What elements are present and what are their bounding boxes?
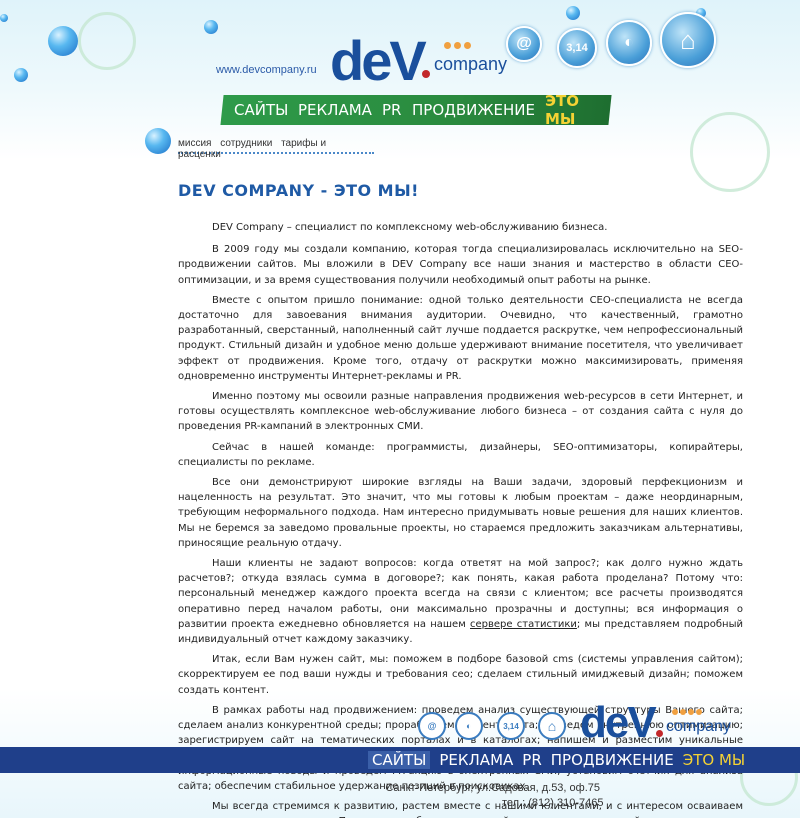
ear-icon[interactable]: ◐ [455, 712, 483, 740]
page-title: DEV COMPANY - ЭТО МЫ! [178, 181, 419, 200]
footer-logo-text: deV [580, 698, 657, 747]
decor-ball [145, 128, 171, 154]
footer-logo-dot [656, 730, 663, 737]
paragraph: Мы всегда стремимся к развитию, растем в… [178, 801, 743, 818]
footer-nav-item-about[interactable]: ЭТО МЫ [683, 751, 745, 769]
subnav-item-staff[interactable]: сотрудники [220, 138, 272, 149]
logo-company: company [434, 54, 508, 74]
paragraph: Итак, если Вам нужен сайт, мы: поможем в… [178, 654, 743, 696]
nav-item-sites[interactable]: САЙТЫ [234, 101, 288, 119]
swirl-icon[interactable]: @ [418, 712, 446, 740]
nav-item-promotion[interactable]: ПРОДВИЖЕНИЕ [412, 101, 535, 119]
logo-text: deV [330, 29, 427, 92]
footer-phone: тел.: (812) 310-7465 [502, 797, 604, 809]
logo-dot [422, 70, 430, 78]
ear-icon[interactable]: ◐ [606, 20, 652, 66]
decor-ball [0, 14, 8, 22]
pi-icon[interactable]: 3,14 [497, 712, 525, 740]
decor-ball [566, 6, 580, 20]
paragraph: DEV Company – специалист по комплексному… [212, 222, 608, 233]
footer-logo-company: company [666, 718, 731, 735]
decor-swirl [690, 112, 770, 192]
footer-nav-item-pr[interactable]: PR [522, 751, 541, 769]
pi-icon[interactable]: 3,14 [557, 28, 597, 68]
subnav-item-mission[interactable]: миссия [178, 138, 211, 149]
decor-ball [14, 68, 28, 82]
paragraph: Вместе с опытом пришло понимание: одной … [178, 294, 743, 382]
decor-ball [204, 20, 218, 34]
sub-nav: миссия сотрудники тарифы и расценки [178, 138, 374, 160]
paragraph: Сейчас в нашей команде: программисты, ди… [178, 441, 743, 468]
site-url[interactable]: www.devcompany.ru [216, 64, 317, 76]
paragraph: Все они демонстрируют широкие взгляды на… [178, 477, 743, 549]
house-icon[interactable]: ⌂ [538, 712, 566, 740]
nav-item-advertising[interactable]: РЕКЛАМА [298, 101, 372, 119]
footer-nav: САЙТЫ РЕКЛАМА PR ПРОДВИЖЕНИЕ ЭТО МЫ [0, 747, 800, 773]
paragraph: Наши клиенты не задают вопросов: когда о… [178, 556, 743, 647]
logo-dots [444, 36, 474, 54]
footer-logo[interactable]: deV company [580, 698, 760, 748]
footer-nav-item-promotion[interactable]: ПРОДВИЖЕНИЕ [551, 751, 674, 769]
footer-nav-item-sites[interactable]: САЙТЫ [368, 751, 431, 769]
footer-nav-item-advertising[interactable]: РЕКЛАМА [439, 751, 513, 769]
paragraph: В 2009 году мы создали компанию, которая… [178, 244, 743, 286]
house-icon[interactable]: ⌂ [660, 12, 716, 68]
stats-server-link[interactable]: сервере статистики [470, 619, 577, 630]
company-logo[interactable]: deV company [330, 28, 510, 92]
decor-swirl [78, 12, 136, 70]
nav-item-about[interactable]: ЭТО МЫ [545, 92, 600, 128]
swirl-icon[interactable]: @ [506, 26, 542, 62]
footer-address: Санкт-Петербург, ул.Садовая, д.53, оф.75 [385, 782, 600, 794]
main-nav: САЙТЫ РЕКЛАМА PR ПРОДВИЖЕНИЕ ЭТО МЫ [220, 92, 612, 128]
decor-ball [48, 26, 78, 56]
paragraph: Именно поэтому мы освоили разные направл… [178, 391, 743, 433]
nav-item-pr[interactable]: PR [382, 101, 401, 119]
